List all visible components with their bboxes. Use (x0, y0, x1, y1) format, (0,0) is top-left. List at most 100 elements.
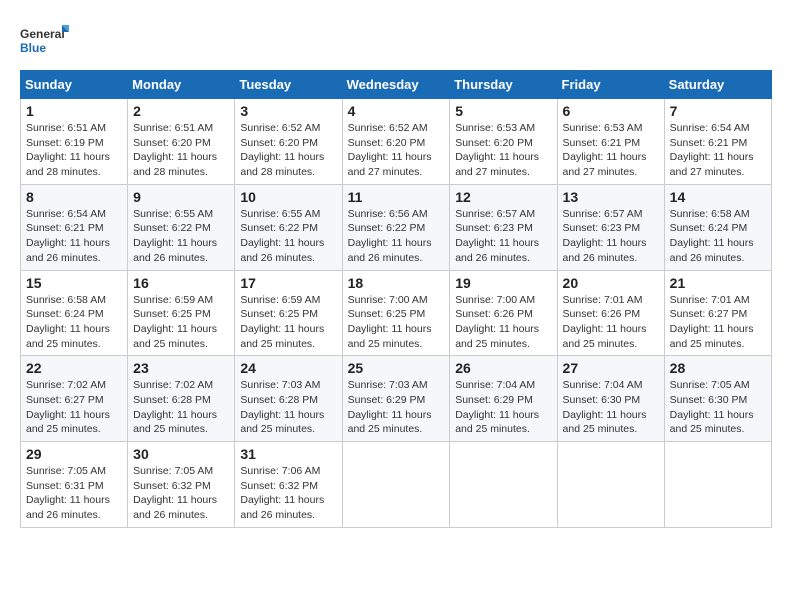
day-info: Sunrise: 6:52 AM Sunset: 6:20 PM Dayligh… (240, 121, 336, 180)
day-info: Sunrise: 7:04 AM Sunset: 6:29 PM Dayligh… (455, 378, 551, 437)
calendar-week-2: 8 Sunrise: 6:54 AM Sunset: 6:21 PM Dayli… (21, 184, 772, 270)
day-number: 28 (670, 360, 766, 376)
calendar-day-26: 26 Sunrise: 7:04 AM Sunset: 6:29 PM Dayl… (450, 356, 557, 442)
day-number: 30 (133, 446, 229, 462)
calendar-day-14: 14 Sunrise: 6:58 AM Sunset: 6:24 PM Dayl… (664, 184, 771, 270)
day-info: Sunrise: 7:05 AM Sunset: 6:30 PM Dayligh… (670, 378, 766, 437)
page-header: General Blue (20, 20, 772, 60)
calendar-day-27: 27 Sunrise: 7:04 AM Sunset: 6:30 PM Dayl… (557, 356, 664, 442)
day-number: 15 (26, 275, 122, 291)
day-number: 24 (240, 360, 336, 376)
day-info: Sunrise: 7:05 AM Sunset: 6:31 PM Dayligh… (26, 464, 122, 523)
day-number: 22 (26, 360, 122, 376)
column-header-friday: Friday (557, 71, 664, 99)
calendar-day-12: 12 Sunrise: 6:57 AM Sunset: 6:23 PM Dayl… (450, 184, 557, 270)
day-number: 23 (133, 360, 229, 376)
calendar-empty-cell (450, 442, 557, 528)
calendar-day-15: 15 Sunrise: 6:58 AM Sunset: 6:24 PM Dayl… (21, 270, 128, 356)
calendar-day-21: 21 Sunrise: 7:01 AM Sunset: 6:27 PM Dayl… (664, 270, 771, 356)
calendar-day-7: 7 Sunrise: 6:54 AM Sunset: 6:21 PM Dayli… (664, 99, 771, 185)
day-info: Sunrise: 7:03 AM Sunset: 6:29 PM Dayligh… (348, 378, 445, 437)
calendar-day-30: 30 Sunrise: 7:05 AM Sunset: 6:32 PM Dayl… (128, 442, 235, 528)
calendar-day-28: 28 Sunrise: 7:05 AM Sunset: 6:30 PM Dayl… (664, 356, 771, 442)
calendar-day-8: 8 Sunrise: 6:54 AM Sunset: 6:21 PM Dayli… (21, 184, 128, 270)
day-info: Sunrise: 6:58 AM Sunset: 6:24 PM Dayligh… (26, 293, 122, 352)
day-info: Sunrise: 6:55 AM Sunset: 6:22 PM Dayligh… (133, 207, 229, 266)
day-info: Sunrise: 6:57 AM Sunset: 6:23 PM Dayligh… (563, 207, 659, 266)
day-info: Sunrise: 6:56 AM Sunset: 6:22 PM Dayligh… (348, 207, 445, 266)
calendar-week-1: 1 Sunrise: 6:51 AM Sunset: 6:19 PM Dayli… (21, 99, 772, 185)
day-info: Sunrise: 7:00 AM Sunset: 6:25 PM Dayligh… (348, 293, 445, 352)
day-number: 13 (563, 189, 659, 205)
day-info: Sunrise: 7:00 AM Sunset: 6:26 PM Dayligh… (455, 293, 551, 352)
calendar-day-9: 9 Sunrise: 6:55 AM Sunset: 6:22 PM Dayli… (128, 184, 235, 270)
day-info: Sunrise: 6:55 AM Sunset: 6:22 PM Dayligh… (240, 207, 336, 266)
day-info: Sunrise: 7:02 AM Sunset: 6:27 PM Dayligh… (26, 378, 122, 437)
calendar-day-16: 16 Sunrise: 6:59 AM Sunset: 6:25 PM Dayl… (128, 270, 235, 356)
day-info: Sunrise: 6:54 AM Sunset: 6:21 PM Dayligh… (670, 121, 766, 180)
day-info: Sunrise: 6:59 AM Sunset: 6:25 PM Dayligh… (240, 293, 336, 352)
day-number: 20 (563, 275, 659, 291)
day-number: 1 (26, 103, 122, 119)
calendar-day-2: 2 Sunrise: 6:51 AM Sunset: 6:20 PM Dayli… (128, 99, 235, 185)
calendar-day-19: 19 Sunrise: 7:00 AM Sunset: 6:26 PM Dayl… (450, 270, 557, 356)
day-info: Sunrise: 6:51 AM Sunset: 6:20 PM Dayligh… (133, 121, 229, 180)
day-number: 21 (670, 275, 766, 291)
day-info: Sunrise: 7:02 AM Sunset: 6:28 PM Dayligh… (133, 378, 229, 437)
calendar-day-6: 6 Sunrise: 6:53 AM Sunset: 6:21 PM Dayli… (557, 99, 664, 185)
svg-text:General: General (20, 27, 65, 41)
calendar-day-3: 3 Sunrise: 6:52 AM Sunset: 6:20 PM Dayli… (235, 99, 342, 185)
calendar-day-17: 17 Sunrise: 6:59 AM Sunset: 6:25 PM Dayl… (235, 270, 342, 356)
calendar-day-23: 23 Sunrise: 7:02 AM Sunset: 6:28 PM Dayl… (128, 356, 235, 442)
calendar-day-5: 5 Sunrise: 6:53 AM Sunset: 6:20 PM Dayli… (450, 99, 557, 185)
day-number: 25 (348, 360, 445, 376)
calendar-day-10: 10 Sunrise: 6:55 AM Sunset: 6:22 PM Dayl… (235, 184, 342, 270)
calendar-day-22: 22 Sunrise: 7:02 AM Sunset: 6:27 PM Dayl… (21, 356, 128, 442)
day-info: Sunrise: 7:06 AM Sunset: 6:32 PM Dayligh… (240, 464, 336, 523)
day-info: Sunrise: 7:05 AM Sunset: 6:32 PM Dayligh… (133, 464, 229, 523)
day-number: 31 (240, 446, 336, 462)
day-number: 14 (670, 189, 766, 205)
calendar-week-4: 22 Sunrise: 7:02 AM Sunset: 6:27 PM Dayl… (21, 356, 772, 442)
calendar-empty-cell (664, 442, 771, 528)
day-info: Sunrise: 6:52 AM Sunset: 6:20 PM Dayligh… (348, 121, 445, 180)
day-number: 3 (240, 103, 336, 119)
calendar-day-31: 31 Sunrise: 7:06 AM Sunset: 6:32 PM Dayl… (235, 442, 342, 528)
day-info: Sunrise: 6:53 AM Sunset: 6:21 PM Dayligh… (563, 121, 659, 180)
day-number: 17 (240, 275, 336, 291)
day-number: 11 (348, 189, 445, 205)
calendar-day-1: 1 Sunrise: 6:51 AM Sunset: 6:19 PM Dayli… (21, 99, 128, 185)
logo: General Blue (20, 20, 70, 60)
day-info: Sunrise: 6:59 AM Sunset: 6:25 PM Dayligh… (133, 293, 229, 352)
day-number: 18 (348, 275, 445, 291)
day-number: 7 (670, 103, 766, 119)
day-info: Sunrise: 7:04 AM Sunset: 6:30 PM Dayligh… (563, 378, 659, 437)
calendar-empty-cell (342, 442, 450, 528)
day-info: Sunrise: 6:51 AM Sunset: 6:19 PM Dayligh… (26, 121, 122, 180)
day-number: 5 (455, 103, 551, 119)
column-header-monday: Monday (128, 71, 235, 99)
calendar-header-row: SundayMondayTuesdayWednesdayThursdayFrid… (21, 71, 772, 99)
svg-text:Blue: Blue (20, 41, 46, 55)
column-header-tuesday: Tuesday (235, 71, 342, 99)
calendar-day-13: 13 Sunrise: 6:57 AM Sunset: 6:23 PM Dayl… (557, 184, 664, 270)
calendar-day-18: 18 Sunrise: 7:00 AM Sunset: 6:25 PM Dayl… (342, 270, 450, 356)
day-number: 4 (348, 103, 445, 119)
day-number: 10 (240, 189, 336, 205)
day-info: Sunrise: 7:01 AM Sunset: 6:26 PM Dayligh… (563, 293, 659, 352)
calendar-day-25: 25 Sunrise: 7:03 AM Sunset: 6:29 PM Dayl… (342, 356, 450, 442)
day-number: 9 (133, 189, 229, 205)
calendar-day-24: 24 Sunrise: 7:03 AM Sunset: 6:28 PM Dayl… (235, 356, 342, 442)
day-number: 27 (563, 360, 659, 376)
calendar-day-29: 29 Sunrise: 7:05 AM Sunset: 6:31 PM Dayl… (21, 442, 128, 528)
calendar-day-20: 20 Sunrise: 7:01 AM Sunset: 6:26 PM Dayl… (557, 270, 664, 356)
day-number: 8 (26, 189, 122, 205)
column-header-sunday: Sunday (21, 71, 128, 99)
column-header-thursday: Thursday (450, 71, 557, 99)
column-header-wednesday: Wednesday (342, 71, 450, 99)
day-number: 29 (26, 446, 122, 462)
calendar-week-3: 15 Sunrise: 6:58 AM Sunset: 6:24 PM Dayl… (21, 270, 772, 356)
day-info: Sunrise: 6:57 AM Sunset: 6:23 PM Dayligh… (455, 207, 551, 266)
calendar-day-4: 4 Sunrise: 6:52 AM Sunset: 6:20 PM Dayli… (342, 99, 450, 185)
calendar-week-5: 29 Sunrise: 7:05 AM Sunset: 6:31 PM Dayl… (21, 442, 772, 528)
